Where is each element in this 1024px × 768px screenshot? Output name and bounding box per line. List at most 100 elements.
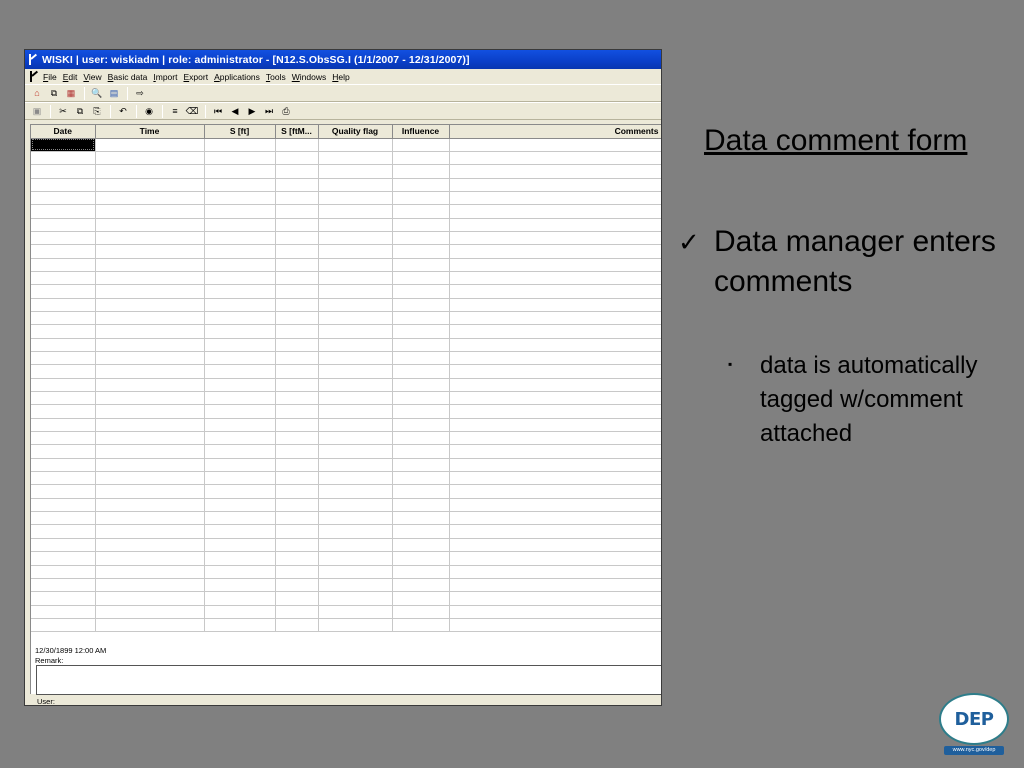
column-header-comments[interactable]: Comments [449,125,661,139]
table-cell[interactable] [31,578,96,593]
column-header-s-ft[interactable]: S [ft] [204,125,276,139]
table-cell[interactable] [204,218,276,232]
table-cell[interactable] [318,511,393,526]
exit-icon[interactable]: ⇨ [132,86,148,100]
table-cell[interactable] [95,364,205,379]
table-cell[interactable] [275,204,319,219]
table-row[interactable] [31,324,661,339]
menu-basic-data[interactable]: Basic data [108,72,148,82]
table-cell[interactable] [31,551,96,566]
table-row[interactable] [31,231,661,246]
table-cell[interactable] [318,178,393,192]
table-cell[interactable] [392,444,450,459]
table-cell[interactable] [392,498,450,513]
table-cell[interactable] [204,244,276,259]
table-cell[interactable] [392,284,450,299]
table-cell[interactable] [449,164,661,179]
table-cell[interactable] [449,271,661,286]
table-cell[interactable] [449,404,661,419]
table-cell[interactable] [95,324,205,339]
table-cell[interactable] [204,605,276,619]
table-cell[interactable] [392,551,450,566]
table-row[interactable] [31,298,661,312]
table-cell[interactable] [449,244,661,259]
table-cell[interactable] [392,151,450,166]
table-cell[interactable] [449,298,661,312]
table-cell[interactable] [449,231,661,246]
table-cell[interactable] [449,191,661,206]
table-cell[interactable] [318,565,393,579]
table-cell[interactable] [31,231,96,246]
menu-view[interactable]: View [83,72,101,82]
table-cell[interactable] [31,138,96,152]
table-cell[interactable] [31,364,96,379]
table-cell[interactable] [31,431,96,446]
table-cell[interactable] [449,391,661,406]
table-cell[interactable] [31,471,96,486]
table-cell[interactable] [275,578,319,593]
table-cell[interactable] [392,565,450,579]
table-cell[interactable] [275,511,319,526]
table-cell[interactable] [318,231,393,246]
table-cell[interactable] [318,364,393,379]
last-record-icon[interactable]: ⏭ [261,104,277,118]
table-row[interactable] [31,311,661,326]
table-cell[interactable] [318,351,393,366]
table-cell[interactable] [318,164,393,179]
table-cell[interactable] [275,351,319,366]
table-cell[interactable] [95,164,205,179]
table-cell[interactable] [204,565,276,579]
table-cell[interactable] [204,511,276,526]
table-cell[interactable] [392,524,450,539]
table-cell[interactable] [392,231,450,246]
table-cell[interactable] [95,218,205,232]
table-row[interactable] [31,338,661,353]
table-cell[interactable] [318,431,393,446]
table-cell[interactable] [392,578,450,593]
table-cell[interactable] [449,551,661,566]
table-cell[interactable] [31,311,96,326]
copy-window-icon[interactable]: ⧉ [46,86,62,100]
table-cell[interactable] [31,565,96,579]
table-cell[interactable] [392,338,450,353]
print-icon[interactable]: ⎙ [278,104,294,118]
table-cell[interactable] [275,151,319,166]
table-cell[interactable] [31,324,96,339]
table-row[interactable] [31,271,661,286]
table-row[interactable] [31,618,661,633]
first-record-icon[interactable]: ⏮ [210,104,226,118]
table-cell[interactable] [318,271,393,286]
table-cell[interactable] [392,391,450,406]
table-row[interactable] [31,178,661,192]
table-cell[interactable] [31,498,96,513]
menu-export[interactable]: Export [183,72,208,82]
table-cell[interactable] [204,524,276,539]
table-cell[interactable] [204,284,276,299]
table-cell[interactable] [204,378,276,393]
table-cell[interactable] [275,244,319,259]
filter-icon[interactable]: ≡ [167,104,183,118]
table-cell[interactable] [204,591,276,606]
table-cell[interactable] [31,284,96,299]
table-cell[interactable] [449,351,661,366]
data-grid[interactable]: Date Time S [ft] S [ftM... Quality flag … [30,124,661,694]
column-header-time[interactable]: Time [95,125,205,139]
table-cell[interactable] [392,351,450,366]
table-cell[interactable] [204,391,276,406]
table-cell[interactable] [392,404,450,419]
table-cell[interactable] [318,418,393,433]
table-cell[interactable] [275,498,319,513]
table-row[interactable] [31,391,661,406]
table-cell[interactable] [275,364,319,379]
table-row[interactable] [31,244,661,259]
table-cell[interactable] [204,471,276,486]
table-cell[interactable] [392,605,450,619]
column-header-s-ftm[interactable]: S [ftM... [275,125,319,139]
table-cell[interactable] [392,418,450,433]
table-row[interactable] [31,204,661,219]
grid-icon[interactable]: ▦ [63,86,79,100]
table-cell[interactable] [204,351,276,366]
table-cell[interactable] [449,498,661,513]
menu-file[interactable]: File [43,72,57,82]
table-cell[interactable] [31,418,96,433]
